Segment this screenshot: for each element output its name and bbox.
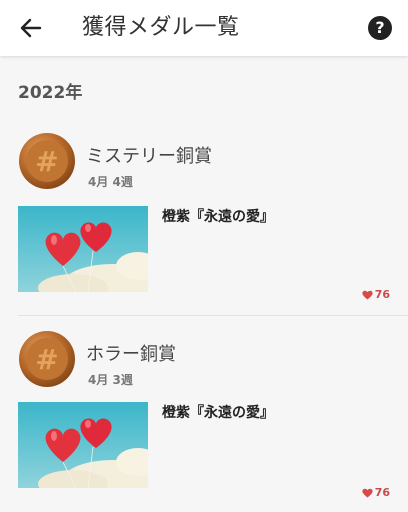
page-title: 獲得メダル一覧: [82, 15, 240, 40]
bronze-medal-icon: #: [19, 133, 75, 189]
bronze-medal-icon: #: [19, 331, 75, 387]
app-header: 獲得メダル一覧 ?: [0, 0, 408, 56]
medal-date: 4月 4週: [88, 175, 133, 189]
year-heading: 2022年: [18, 83, 83, 103]
like-count-value: 76: [374, 486, 390, 499]
like-count-value: 76: [374, 288, 390, 301]
heart-icon: [362, 290, 373, 299]
heart-balloons-image: [18, 402, 148, 488]
work-thumbnail[interactable]: [18, 402, 148, 488]
work-thumbnail[interactable]: [18, 206, 148, 292]
like-count: 76: [362, 486, 390, 499]
svg-text:#: #: [35, 343, 58, 376]
medal-list: 2022年 # ミステリー銅賞 4月 4週 橙紫『永遠の愛』 76 # ホラー銅…: [0, 56, 408, 512]
svg-text:#: #: [35, 145, 58, 178]
medal-card: # ホラー銅賞 4月 3週 橙紫『永遠の愛』 76: [0, 316, 408, 512]
work-title[interactable]: 橙紫『永遠の愛』: [162, 402, 274, 422]
medal-name: ミステリー銅賞: [86, 146, 212, 167]
back-button[interactable]: [14, 12, 48, 44]
heart-icon: [362, 488, 373, 497]
medal-name: ホラー銅賞: [86, 344, 176, 365]
work-title[interactable]: 橙紫『永遠の愛』: [162, 206, 274, 226]
like-count: 76: [362, 288, 390, 301]
heart-balloons-image: [18, 206, 148, 292]
help-button[interactable]: ?: [368, 16, 392, 40]
medal-card: # ミステリー銅賞 4月 4週 橙紫『永遠の愛』 76: [0, 116, 408, 316]
arrow-left-icon: [20, 18, 42, 38]
medal-date: 4月 3週: [88, 373, 133, 387]
